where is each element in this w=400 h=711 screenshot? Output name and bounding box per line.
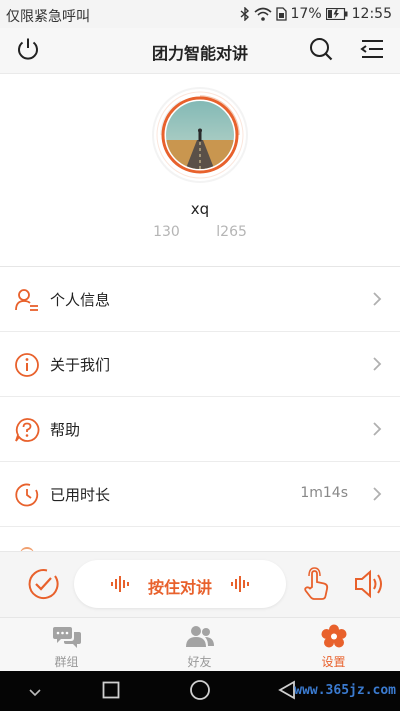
nav-recents-button[interactable] [100,681,122,703]
menu-item-label: 个人信息 [50,291,111,309]
app-header: 团力智能对讲 [0,28,400,74]
ptt-bar: 按住对讲 [0,551,400,617]
profile-id-right: l265 [216,224,247,240]
speaker-icon [352,569,386,605]
speaker-button[interactable] [352,567,386,601]
check-clock-button[interactable] [26,567,60,601]
nav-hide-button[interactable] [24,681,46,703]
menu-item-label: 帮助 [50,421,81,439]
search-button[interactable] [306,36,336,66]
battery-percent: 17% [290,6,322,22]
menu-item-partial[interactable] [0,527,400,551]
info-icon [14,352,40,378]
help-icon [14,417,40,443]
power-button[interactable] [13,36,43,66]
menu-button[interactable] [357,36,387,66]
status-icons: 17% 12:55 [240,6,392,22]
push-to-talk-label: 按住对讲 [147,578,212,597]
sim-icon [275,7,287,21]
chevron-right-icon [370,421,384,437]
settings-flower-icon [319,624,349,650]
menu-item-time-used[interactable]: 已用时长 1m14s [0,462,400,527]
nav-home-button[interactable] [189,679,211,705]
watermark: www.365jz.com [294,683,396,698]
clock-time: 12:55 [351,6,392,22]
tab-label: 好友 [187,655,212,669]
menu-item-label: 已用时长 [50,486,111,504]
menu-item-label: 关于我们 [50,356,111,374]
profile-ids: 130 l265 [0,224,400,240]
bottom-tab-bar: 群组 好友 设置 [0,617,400,671]
profile-name: xq [190,200,210,218]
user-list-icon [14,287,40,313]
menu-item-help[interactable]: 帮助 [0,397,400,462]
wifi-icon [253,7,272,21]
tab-label: 群组 [54,655,79,669]
clock-icon [14,482,40,508]
chevron-right-icon [370,291,384,307]
search-icon [308,36,334,66]
time-used-value: 1m14s [300,485,348,501]
power-icon [15,36,41,66]
menu-collapse-icon [359,38,385,64]
menu-item-about-us[interactable]: 关于我们 [0,332,400,397]
tab-groups[interactable]: 群组 [0,618,133,672]
chat-icon [52,624,82,650]
circle-icon [189,679,211,705]
sound-wave-icon [230,574,252,598]
check-circle-icon [26,569,60,605]
chevron-right-icon [370,356,384,372]
push-to-talk-button[interactable]: 按住对讲 [74,560,286,608]
chevron-right-icon [370,486,384,502]
battery-charging-icon [325,8,348,20]
menu-item-profile-info[interactable]: 个人信息 [0,267,400,332]
avatar[interactable] [151,86,249,184]
status-bar: 仅限紧急呼叫 17% 12:55 [0,0,400,28]
tab-friends[interactable]: 好友 [133,618,266,672]
tab-settings[interactable]: 设置 [267,618,400,672]
status-emergency-text: 仅限紧急呼叫 [6,9,90,25]
friends-icon [185,624,215,650]
square-icon [102,681,120,703]
profile-section: xq 130 l265 [0,74,400,266]
profile-id-left: 130 [153,224,180,240]
chevron-down-icon [28,683,42,702]
system-nav-bar: www.365jz.com [0,671,400,711]
hand-tap-icon [300,567,332,605]
settings-menu: 个人信息 关于我们 帮助 已用时长 1m14s [0,267,400,527]
page-title: 团力智能对讲 [151,44,248,63]
tap-button[interactable] [300,567,332,601]
bluetooth-icon [240,7,250,21]
tab-label: 设置 [321,655,346,669]
